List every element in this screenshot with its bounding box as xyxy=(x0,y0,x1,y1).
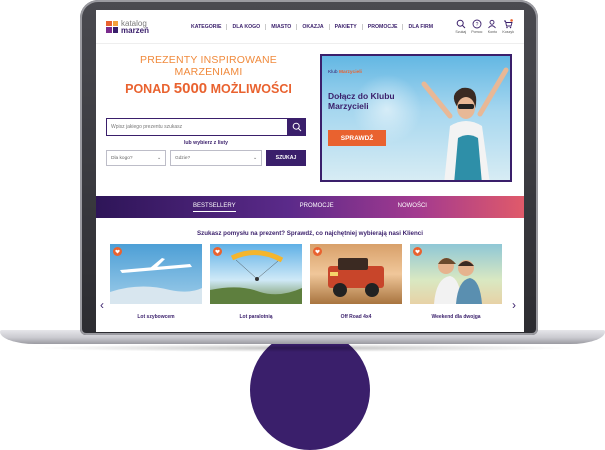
heart-icon[interactable] xyxy=(113,247,122,256)
product-image xyxy=(210,244,302,304)
site-header: katalog marzeń KATEGORIE DLA KOGO MIASTO… xyxy=(96,10,524,44)
offroad-photo xyxy=(328,258,384,297)
nav-item-promocje[interactable]: PROMOCJE xyxy=(363,23,404,30)
section-question: Szukasz pomysłu na prezent? Sprawdź, co … xyxy=(197,230,423,237)
promo-check-button[interactable]: SPRAWDŹ xyxy=(328,130,386,146)
hero-search-panel: PREZENTY INSPIROWANE MARZENIAMI PONAD 50… xyxy=(106,54,311,184)
cart-icon xyxy=(504,19,514,29)
header-search[interactable]: Szukaj xyxy=(455,19,466,34)
info-icon: ? xyxy=(472,19,482,29)
product-image xyxy=(110,244,202,304)
main-nav: KATEGORIE DLA KOGO MIASTO OKAZJA PAKIETY… xyxy=(186,23,438,30)
laptop-shadow xyxy=(30,344,575,352)
product-image xyxy=(410,244,502,304)
logo-text-bottom: marzeń xyxy=(121,25,150,35)
nav-item-okazja[interactable]: OKAZJA xyxy=(297,23,330,30)
header-account-label: Konto xyxy=(487,30,498,34)
select-for-whom[interactable]: Dla kogo? ⌄ xyxy=(106,150,166,166)
hero-line-1: PREZENTY INSPIROWANE xyxy=(139,54,278,66)
laptop-frame: katalog marzeń KATEGORIE DLA KOGO MIASTO… xyxy=(0,0,605,450)
product-name: Weekend dla dwojga xyxy=(431,314,481,320)
paraglider-photo xyxy=(210,250,302,304)
website-screen: katalog marzeń KATEGORIE DLA KOGO MIASTO… xyxy=(96,10,524,332)
header-account[interactable]: Konto xyxy=(487,19,497,34)
search-submit-button[interactable] xyxy=(288,118,306,136)
product-image xyxy=(310,244,402,304)
or-select-text: lub wybierz z listy xyxy=(183,140,229,146)
header-cart[interactable]: Koszyk xyxy=(502,19,514,34)
heart-icon[interactable] xyxy=(413,247,422,256)
product-tabs: BESTSELLERY PROMOCJE NOWOŚCI xyxy=(96,196,524,218)
carousel-next-arrow[interactable]: › xyxy=(512,298,516,312)
tab-promocje[interactable]: PROMOCJE xyxy=(300,203,334,211)
product-card[interactable]: Lot paralotnią xyxy=(210,244,302,320)
search-icon xyxy=(456,19,466,29)
product-carousel: Lot szybowcem Lot paralotnią Off Road 4x… xyxy=(110,244,512,324)
chevron-down-icon: ⌄ xyxy=(252,155,257,161)
search-icon xyxy=(292,122,302,132)
glider-photo xyxy=(110,258,202,304)
heart-icon[interactable] xyxy=(213,247,222,256)
header-icons: Szukaj ? Pomoc Konto Koszyk xyxy=(455,19,514,34)
chevron-down-icon: ⌄ xyxy=(156,155,161,161)
product-card[interactable]: Off Road 4x4 xyxy=(310,244,402,320)
couple-photo xyxy=(434,258,482,304)
product-name: Lot paralotnią xyxy=(239,314,273,320)
nav-item-pakiety[interactable]: PAKIETY xyxy=(330,23,363,30)
select-for-whom-value: Dla kogo? xyxy=(111,155,133,161)
search-bar: Wpisz jakiego prezentu szukasz xyxy=(106,118,306,136)
svg-text:?: ? xyxy=(475,22,478,28)
select-where[interactable]: Gdzie? ⌄ xyxy=(170,150,262,166)
select-where-value: Gdzie? xyxy=(175,155,191,161)
hero-line-2: MARZENIAMI xyxy=(174,66,243,78)
product-name: Off Road 4x4 xyxy=(340,314,372,320)
promo-title: Dołącz do Klubu Marzycieli xyxy=(328,91,395,111)
club-promo-banner[interactable]: Klub Marzycieli Dołącz do Klubu Marzycie… xyxy=(320,54,512,182)
woman-photo xyxy=(421,67,509,180)
hero-line-3-suffix: MOŻLIWOŚCI xyxy=(210,82,292,96)
user-icon xyxy=(488,19,497,29)
club-logo-prefix: Klub xyxy=(328,70,338,75)
logo-mark-icon xyxy=(106,20,118,33)
nav-item-miasto[interactable]: MIASTO xyxy=(266,23,298,30)
product-card[interactable]: Lot szybowcem xyxy=(110,244,202,320)
tab-bestsellery[interactable]: BESTSELLERY xyxy=(193,203,236,212)
heart-icon[interactable] xyxy=(313,247,322,256)
header-cart-label: Koszyk xyxy=(502,30,514,34)
nav-item-dla-firm[interactable]: DLA FIRM xyxy=(403,24,438,30)
hero-line-3: PONAD 5000 MOŻLIWOŚCI xyxy=(106,80,311,97)
tab-nowosci[interactable]: NOWOŚCI xyxy=(398,203,427,211)
club-logo-brand: Marzycieli xyxy=(338,70,362,75)
filter-row: Dla kogo? ⌄ Gdzie? ⌄ SZUKAJ xyxy=(106,150,306,166)
header-help-label: Pomoc xyxy=(471,30,483,34)
carousel-prev-arrow[interactable]: ‹ xyxy=(100,298,104,312)
search-input[interactable]: Wpisz jakiego prezentu szukasz xyxy=(106,118,288,136)
hero-line-3-prefix: PONAD xyxy=(125,82,171,96)
nav-item-kategorie[interactable]: KATEGORIE xyxy=(186,23,228,30)
club-logo: Klub Marzycieli xyxy=(328,70,362,75)
header-help[interactable]: ? Pomoc xyxy=(471,19,482,34)
hero-line-3-number: 5000 xyxy=(173,80,208,97)
nav-item-dla-kogo[interactable]: DLA KOGO xyxy=(227,23,267,30)
search-button[interactable]: SZUKAJ xyxy=(266,150,306,166)
product-card[interactable]: Weekend dla dwojga xyxy=(410,244,502,320)
site-logo[interactable]: katalog marzeń xyxy=(106,19,168,35)
header-search-label: Szukaj xyxy=(455,30,467,34)
product-name: Lot szybowcem xyxy=(137,314,175,320)
